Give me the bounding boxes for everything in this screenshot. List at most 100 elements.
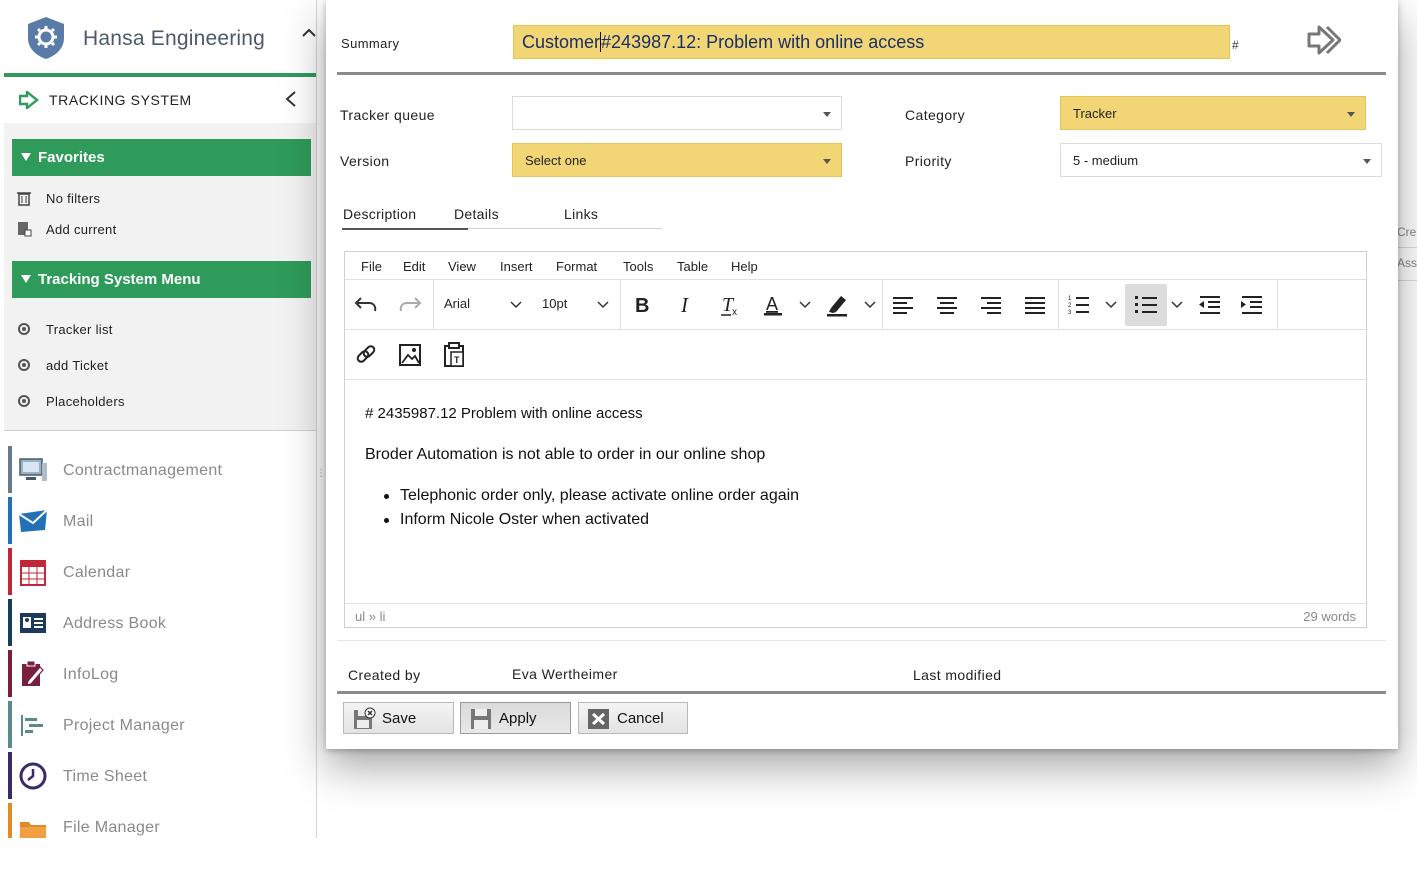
chevron-up-icon[interactable] (300, 24, 317, 42)
menu-edit[interactable]: Edit (403, 259, 425, 274)
font-size-select[interactable]: 10pt (542, 296, 567, 311)
align-center-button[interactable] (930, 288, 964, 322)
toolbar-separator (1058, 280, 1059, 330)
align-right-icon (981, 297, 1001, 314)
brand-name: Hansa Engineering (83, 27, 266, 50)
cancel-label: Cancel (617, 710, 664, 727)
indent-button[interactable] (1235, 288, 1269, 322)
clear-format-button[interactable]: Tx (713, 288, 747, 322)
marker-icon (827, 296, 847, 317)
image-icon (399, 344, 421, 366)
app-stripe (8, 803, 12, 838)
clipboard-icon: T (444, 342, 464, 367)
toolbar-separator (620, 280, 621, 330)
clipboard-pen-icon (22, 660, 44, 686)
brand-header: Hansa Engineering (0, 0, 317, 74)
priority-select[interactable]: 5 - medium (1060, 143, 1382, 177)
menu-item-label: Placeholders (46, 394, 125, 409)
app-stripe (8, 446, 12, 493)
tab-details[interactable]: Details (454, 206, 499, 222)
menu-format[interactable]: Format (556, 259, 597, 274)
app-time-sheet[interactable]: Time Sheet (8, 752, 308, 799)
numbered-list-button[interactable]: 123 (1062, 288, 1096, 322)
element-path[interactable]: ul » li (355, 609, 385, 624)
justify-button[interactable] (1018, 288, 1052, 322)
active-tab-indicator (342, 228, 468, 230)
redo-button[interactable] (393, 288, 427, 322)
undo-button[interactable] (349, 288, 383, 322)
align-left-button[interactable] (886, 288, 920, 322)
save-icon (354, 707, 376, 729)
category-select[interactable]: Tracker (1060, 96, 1366, 130)
app-contractmanagement[interactable]: Contractmanagement (8, 446, 308, 493)
text-color-icon: A (764, 294, 782, 316)
toolbar-separator (882, 280, 883, 330)
bullet-list-button[interactable] (1125, 284, 1167, 326)
chevron-down-icon[interactable] (1170, 299, 1184, 311)
menu-insert[interactable]: Insert (500, 259, 533, 274)
clock-icon (19, 762, 47, 790)
word-count: 29 words (1303, 609, 1356, 624)
apply-button[interactable]: Apply (460, 702, 571, 734)
italic-button[interactable]: I (669, 288, 703, 322)
app-address-book[interactable]: Address Book (8, 599, 308, 646)
outdent-button[interactable] (1193, 288, 1227, 322)
align-left-icon (893, 297, 913, 314)
select-value: Select one (525, 153, 587, 168)
select-value: Tracker (1073, 106, 1117, 121)
tab-bar-divider (468, 228, 662, 229)
chevron-down-icon[interactable] (1104, 299, 1118, 311)
bullet-item: Telephonic order only, please activate o… (383, 487, 800, 504)
svg-text:I: I (680, 293, 689, 317)
app-file-manager[interactable]: File Manager (8, 803, 308, 838)
summary-input[interactable]: Customer#243987.12: Problem with online … (513, 25, 1230, 59)
align-center-icon (937, 297, 957, 314)
insert-link-button[interactable] (349, 338, 383, 372)
menu-table[interactable]: Table (677, 259, 708, 274)
editor-toolbar: Arial 10pt B I Tx A 1 2 3 (345, 280, 1366, 330)
chevron-down-icon[interactable] (798, 299, 812, 311)
splitter-handle[interactable]: ⋮ (316, 468, 326, 488)
last-modified-label: Last modified (913, 667, 1002, 683)
chevron-down-icon[interactable] (509, 299, 523, 311)
bold-icon: B (635, 295, 649, 317)
app-stripe (8, 752, 12, 799)
editor-statusbar: ul » li 29 words (345, 603, 1366, 627)
tracking-menu-header[interactable]: Tracking System Menu (12, 261, 311, 298)
bullet-icon (18, 395, 30, 407)
favorites-header[interactable]: Favorites (12, 139, 311, 176)
app-infolog[interactable]: InfoLog (8, 650, 308, 697)
actions-divider (337, 691, 1386, 694)
highlight-color-button[interactable] (821, 288, 855, 322)
tab-description[interactable]: Description (343, 206, 416, 222)
app-project-manager[interactable]: Project Manager (8, 701, 308, 748)
text-color-button[interactable]: A (757, 288, 791, 322)
align-right-button[interactable] (974, 288, 1008, 322)
menu-view[interactable]: View (448, 259, 476, 274)
save-label: Save (382, 710, 417, 727)
editor-content[interactable]: # 2435987.12 Problem with online access … (345, 381, 1366, 603)
menu-tools[interactable]: Tools (623, 259, 653, 274)
app-mail[interactable]: Mail (8, 497, 308, 544)
cancel-button[interactable]: Cancel (578, 702, 688, 734)
app-label: Contractmanagement (63, 462, 223, 479)
svg-text:x: x (732, 307, 737, 318)
chevron-left-icon[interactable] (283, 89, 299, 109)
chevron-down-icon[interactable] (863, 299, 877, 311)
save-button[interactable]: Save (343, 702, 454, 734)
menu-file[interactable]: File (361, 259, 382, 274)
font-family-select[interactable]: Arial (444, 296, 470, 311)
forward-arrow-icon[interactable] (1305, 22, 1341, 58)
paste-text-button[interactable]: T (437, 338, 471, 372)
app-stripe (8, 650, 12, 697)
insert-image-button[interactable] (393, 338, 427, 372)
version-select[interactable]: Select one (512, 143, 842, 177)
redo-icon (399, 297, 422, 312)
app-stripe (8, 548, 12, 595)
menu-help[interactable]: Help (731, 259, 758, 274)
app-calendar[interactable]: Calendar (8, 548, 308, 595)
chevron-down-icon[interactable] (596, 299, 610, 311)
tab-links[interactable]: Links (564, 206, 598, 222)
tracker-queue-select[interactable] (512, 96, 842, 130)
bold-button[interactable]: B (625, 288, 659, 322)
